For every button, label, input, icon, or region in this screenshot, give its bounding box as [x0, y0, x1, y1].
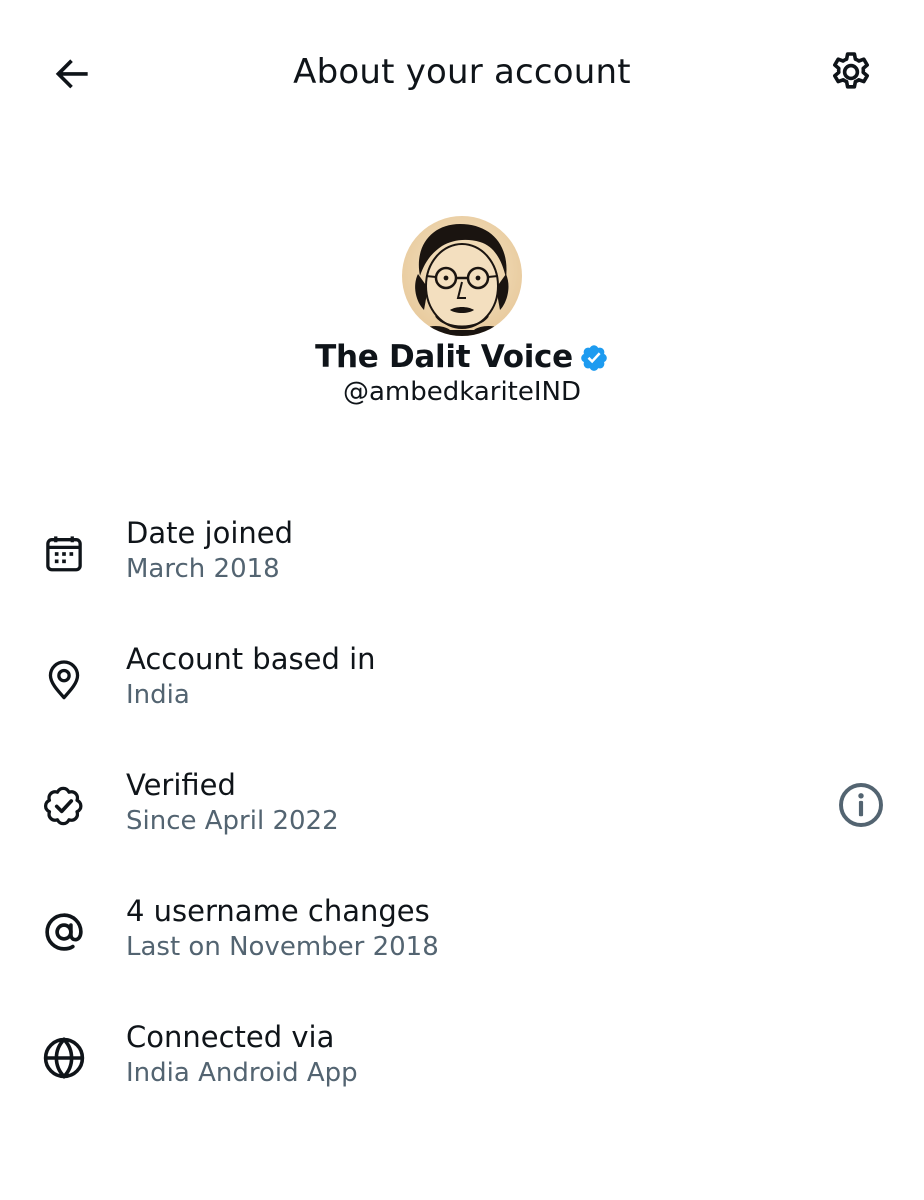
list-item-account-based-in: Account based in India: [0, 632, 924, 732]
avatar[interactable]: [402, 216, 522, 336]
row-value: March 2018: [126, 554, 280, 584]
location-pin-icon: [36, 652, 92, 708]
gear-icon: [833, 52, 869, 89]
top-bar: About your account: [0, 0, 924, 144]
list-item-connected-via: Connected via India Android App: [0, 1010, 924, 1110]
at-sign-icon: [36, 904, 92, 960]
display-name-row: The Dalit Voice: [0, 336, 924, 378]
settings-button[interactable]: [822, 44, 880, 102]
verified-info-button[interactable]: [832, 776, 890, 834]
verified-badge-icon: [579, 343, 609, 373]
globe-icon: [36, 1030, 92, 1086]
display-name: The Dalit Voice: [315, 339, 573, 375]
calendar-icon: [36, 526, 92, 582]
profile-picture: [402, 216, 522, 336]
row-label: Account based in: [126, 642, 376, 676]
row-label: Date joined: [126, 516, 294, 550]
row-value: Last on November 2018: [126, 932, 439, 962]
info-icon: [839, 783, 883, 827]
row-label: 4 username changes: [126, 894, 430, 928]
list-item-username-changes: 4 username changes Last on November 2018: [0, 884, 924, 984]
row-value: India Android App: [126, 1058, 358, 1088]
page-title: About your account: [293, 52, 631, 92]
row-label: Connected via: [126, 1020, 335, 1054]
list-item-date-joined: Date joined March 2018: [0, 506, 924, 606]
handle: @ambedkariteIND: [342, 377, 582, 407]
row-value: India: [126, 680, 190, 710]
row-label: Verified: [126, 768, 236, 802]
verified-badge-outline-icon: [36, 778, 92, 834]
list-item-verified: Verified Since April 2022: [0, 758, 924, 858]
row-value: Since April 2022: [126, 806, 339, 836]
